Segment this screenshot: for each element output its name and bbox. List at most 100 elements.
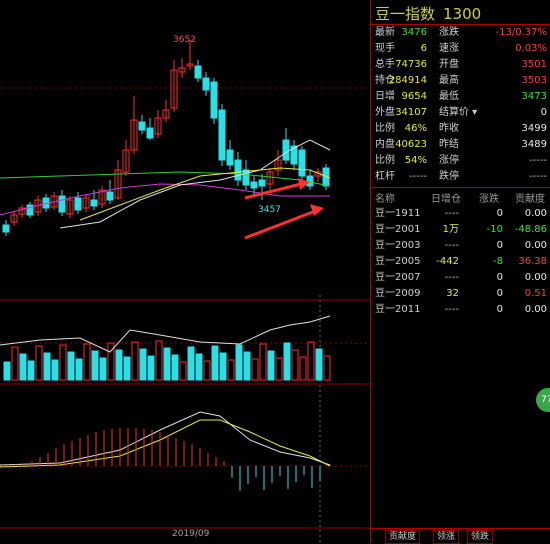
contract-contribution: 0.00 — [524, 208, 547, 219]
contract-change: 0 — [496, 240, 503, 251]
volume-bar — [219, 352, 227, 381]
volume-bar — [83, 343, 91, 381]
contract-row[interactable]: 豆一2005 -442 -8 36.38 — [371, 254, 550, 270]
kline-chart-area[interactable]: 3652 3457 2019/09 — [0, 0, 370, 543]
quote-value: 46% — [404, 123, 427, 134]
tab-lead-up[interactable]: 领涨 — [433, 530, 460, 544]
contract-row[interactable]: 豆一2001 1万 -10 -48.86 — [371, 222, 550, 238]
contract-row[interactable]: 豆一2003 ---- 0 0.00 — [371, 238, 550, 254]
instrument-code: 1300 — [443, 5, 482, 23]
contract-row[interactable]: 豆一2011 ---- 0 0.00 — [371, 302, 550, 318]
instrument-title: 豆一指数 1300 — [375, 3, 481, 25]
quote-label: 开盘 — [439, 59, 459, 70]
contract-oi-change: ---- — [444, 208, 459, 219]
kline-chart[interactable]: 3652 3457 — [0, 0, 370, 543]
quote-value: 40623 — [395, 139, 427, 150]
col-name[interactable]: 名称 — [375, 190, 395, 205]
quote-value: ----- — [528, 155, 547, 166]
contract-list-header: 名称 日增仓 涨跌 贡献度 — [371, 187, 550, 205]
quote-label: 杠杆 — [375, 171, 395, 182]
quote-label: 比例 — [375, 155, 395, 166]
bottom-tabs: 贡献度 领涨 领跌 — [371, 528, 550, 544]
contract-change: 0 — [496, 288, 503, 299]
col-oi-change[interactable]: 日增仓 — [431, 190, 461, 205]
quote-label: 昨收 — [439, 123, 459, 134]
quote-label: 总手 — [375, 59, 395, 70]
contract-change: 0 — [496, 304, 503, 315]
quote-label: 比例 — [375, 123, 395, 134]
quote-row: 总手 74736 开盘 3501 — [371, 57, 550, 73]
volume-ma-line — [0, 315, 331, 353]
candle-body — [258, 179, 266, 187]
tab-contribution[interactable]: 贡献度 — [385, 530, 421, 544]
candle-body — [282, 139, 290, 161]
contract-oi-change: ---- — [444, 304, 459, 315]
quote-panel: 豆一指数 1300 最新 3476 涨跌 -13/0.37% 现手 6 速涨 0.03% 总手 74… — [370, 0, 550, 544]
volume-bar — [11, 346, 19, 381]
quote-label: 涨停 — [439, 155, 459, 166]
volume-bar — [131, 341, 139, 381]
volume-bar — [91, 350, 99, 381]
volume-bar — [291, 349, 299, 381]
candle-body — [306, 175, 314, 187]
quote-value: 3499 — [521, 123, 547, 134]
contract-contribution: 0.00 — [524, 272, 547, 283]
col-change[interactable]: 涨跌 — [479, 190, 499, 205]
col-contribution[interactable]: 贡献度 — [515, 190, 545, 205]
quote-row: 杠杆 ----- 跌停 ----- — [371, 169, 550, 185]
quote-row: 外盘 34107 结算价 ▾ 0 — [371, 105, 550, 121]
volume-bar — [267, 350, 275, 381]
quote-label: 日增 — [375, 91, 395, 102]
contract-name: 豆一2009 — [375, 288, 421, 299]
volume-bar — [123, 356, 131, 381]
date-axis-label: 2019/09 — [172, 529, 210, 539]
volume-bar — [155, 340, 163, 381]
candle-body — [90, 199, 98, 207]
quote-row: 内盘 40623 昨结 3489 — [371, 137, 550, 153]
volume-bar — [315, 348, 323, 381]
candle-body — [74, 197, 82, 211]
quote-value: 3489 — [521, 139, 547, 150]
contract-row[interactable]: 豆一2007 ---- 0 0.00 — [371, 270, 550, 286]
contract-contribution: -48.86 — [514, 224, 547, 235]
contract-contribution: 0.51 — [524, 288, 547, 299]
volume-bar — [203, 360, 211, 381]
quote-table: 最新 3476 涨跌 -13/0.37% 现手 6 速涨 0.03% 总手 74736 开盘 3501… — [371, 24, 550, 185]
volume-bar — [211, 345, 219, 381]
volume-bar — [27, 360, 35, 381]
tab-lead-down[interactable]: 领跌 — [467, 530, 494, 544]
quote-label: 昨结 — [439, 139, 459, 150]
contract-row[interactable]: 豆一1911 ---- 0 0.00 — [371, 206, 550, 222]
volume-bar — [187, 346, 195, 381]
contract-oi-change: 32 — [446, 288, 459, 299]
high-price-label: 3652 — [173, 35, 196, 45]
candle-body — [210, 81, 218, 119]
quote-value: 74736 — [395, 59, 427, 70]
quote-value: 0 — [540, 107, 547, 118]
volume-bar — [139, 348, 147, 381]
candle-body — [2, 224, 10, 233]
quote-value: 6 — [420, 43, 427, 54]
candle-body — [226, 149, 234, 166]
volume-bar — [51, 359, 59, 381]
quote-row: 持仓 284914 最高 3503 — [371, 73, 550, 89]
contract-name: 豆一2005 — [375, 256, 421, 267]
volume-bar — [99, 357, 107, 381]
quote-value: ----- — [408, 171, 427, 182]
quote-value: 284914 — [388, 75, 427, 86]
low-price-label: 3457 — [258, 205, 281, 215]
contract-change: 0 — [496, 272, 503, 283]
quote-value: -13/0.37% — [495, 27, 547, 38]
quote-value: 9654 — [401, 91, 427, 102]
candle-body — [298, 149, 306, 177]
volume-bar — [299, 356, 307, 381]
quote-value: 34107 — [395, 107, 427, 118]
contract-name: 豆一2007 — [375, 272, 421, 283]
contract-contribution: 0.00 — [524, 240, 547, 251]
quote-label[interactable]: 结算价 ▾ — [439, 105, 477, 121]
candle-body — [58, 195, 66, 213]
volume-bar — [179, 361, 187, 381]
volume-bar — [275, 357, 283, 381]
contract-row[interactable]: 豆一2009 32 0 0.51 — [371, 286, 550, 302]
macd-dea-line — [0, 419, 331, 468]
